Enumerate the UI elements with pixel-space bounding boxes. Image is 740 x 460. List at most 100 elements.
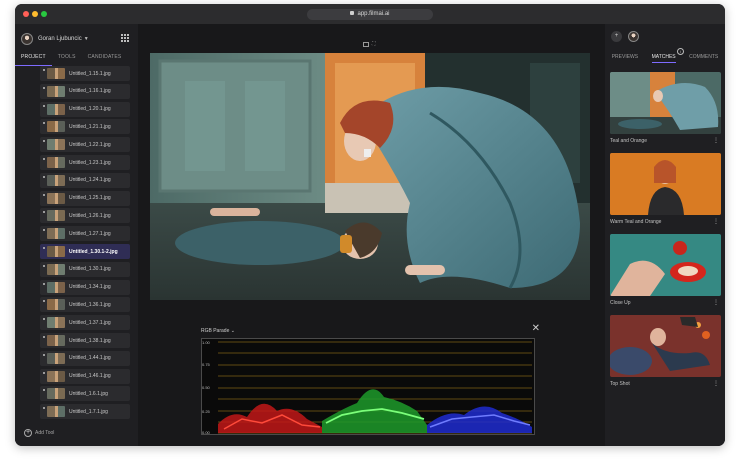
match-label: Top Shot [610,381,630,387]
file-name: Untitled_1.38.1.jpg [69,337,111,344]
tab-matches[interactable]: MATCHES i [651,48,684,63]
match-card[interactable]: Teal and Orange ⋮ [610,72,721,144]
file-list-item[interactable]: Untitled_1.6.1.jpg [40,386,130,402]
match-card[interactable]: Warm Teal and Orange ⋮ [610,153,721,225]
more-options-icon[interactable]: ⋮ [713,138,719,144]
file-name: Untitled_1.30.1-2.jpg [69,248,118,255]
bullet-icon [43,140,45,143]
file-name: Untitled_1.36.1.jpg [69,301,111,308]
close-window-button[interactable] [23,11,29,17]
file-list-item[interactable]: Untitled_1.30.1-2.jpg [40,244,130,259]
tab-comments[interactable]: COMMENTS [689,52,718,63]
file-thumbnail [47,68,65,79]
bullet-icon [43,371,45,374]
file-name: Untitled_1.44.1.jpg [69,355,111,362]
add-tool-button[interactable]: + Add Tool [24,429,54,437]
file-name: Untitled_1.16.1.jpg [69,88,111,95]
file-thumbnail [47,335,65,346]
avatar[interactable] [628,31,639,42]
file-list-item[interactable]: Untitled_1.22.1.jpg [40,137,130,153]
file-thumbnail [47,317,65,329]
file-list-item[interactable]: Untitled_1.38.1.jpg [40,333,130,348]
file-thumbnail [47,192,65,204]
file-thumbnail [47,299,65,311]
file-thumbnail [47,121,65,133]
info-icon: i [676,48,684,55]
minimize-window-button[interactable] [32,11,38,17]
file-list-item[interactable]: Untitled_1.27.1.jpg [40,226,130,242]
bullet-icon [43,264,45,267]
more-options-icon[interactable]: ⋮ [713,219,719,225]
file-list-item[interactable]: Untitled_1.26.1.jpg [40,208,130,224]
image-icon[interactable] [363,42,369,47]
bullet-icon [43,175,45,178]
file-thumbnail [47,210,65,222]
right-panel-header: + [611,31,639,42]
browser-titlebar: app.filmai.ai [15,4,725,24]
file-list-item[interactable]: Untitled_1.15.1.jpg [40,66,130,81]
file-list-item[interactable]: Untitled_1.25.1.jpg [40,190,130,206]
file-list-item[interactable]: Untitled_1.30.1.jpg [40,261,130,277]
file-name: Untitled_1.20.1.jpg [69,106,111,113]
file-list-item[interactable]: Untitled_1.20.1.jpg [40,101,130,117]
bullet-icon [43,122,45,125]
match-thumbnail [610,315,721,377]
right-panel: + PREVIEWS MATCHES i COMMENTS Teal and Or… [605,24,725,446]
file-name: Untitled_1.23.1.jpg [69,159,111,166]
match-card[interactable]: Top Shot ⋮ [610,315,721,387]
file-name: Untitled_1.46.1.jpg [69,373,111,380]
app-window: app.filmai.ai Goran Ljubuncic ▼ PROJECT … [15,4,725,446]
file-list-item[interactable]: Untitled_1.23.1.jpg [40,155,130,170]
close-icon[interactable]: ✕ [532,324,540,334]
file-list-item[interactable]: Untitled_1.34.1.jpg [40,279,130,295]
match-label: Teal and Orange [610,138,647,144]
file-list-item[interactable]: Untitled_1.24.1.jpg [40,172,130,188]
file-list-item[interactable]: Untitled_1.37.1.jpg [40,315,130,331]
tab-candidates[interactable]: CANDIDATES [82,52,128,66]
user-menu[interactable]: Goran Ljubuncic ▼ [21,32,89,46]
bullet-icon [43,211,45,214]
file-list-item[interactable]: Untitled_1.7.1.jpg [40,404,130,420]
maximize-window-button[interactable] [41,11,47,17]
file-name: Untitled_1.24.1.jpg [69,177,111,184]
file-list-item[interactable]: Untitled_1.44.1.jpg [40,350,130,366]
file-thumbnail [47,388,65,400]
file-name: Untitled_1.34.1.jpg [69,284,111,291]
file-thumbnail [47,174,65,186]
expand-icon[interactable]: ⛶ [372,42,378,47]
plus-icon: + [24,429,32,437]
file-list-item[interactable]: Untitled_1.46.1.jpg [40,368,130,384]
rgb-parade-scope: 1.00 0.75 0.50 0.25 0.00 [201,338,535,435]
tab-previews[interactable]: PREVIEWS [612,52,638,63]
file-list-item[interactable]: Untitled_1.16.1.jpg [40,83,130,99]
tab-project[interactable]: PROJECT [15,52,52,66]
left-sidebar: Goran Ljubuncic ▼ PROJECT TOOLS CANDIDAT… [15,24,138,446]
match-card[interactable]: Close Up ⋮ [610,234,721,306]
viewer-toolbar: ⛶ [363,42,378,47]
file-thumbnail [47,103,65,115]
tab-tools[interactable]: TOOLS [52,52,82,66]
sidebar-tabs: PROJECT TOOLS CANDIDATES [15,52,138,66]
file-thumbnail [47,246,65,257]
file-list-item[interactable]: Untitled_1.36.1.jpg [40,297,130,313]
apps-grid-icon[interactable] [121,34,129,42]
more-options-icon[interactable]: ⋮ [713,300,719,306]
user-name: Goran Ljubuncic [38,36,82,42]
url-text: app.filmai.ai [357,11,390,17]
match-thumbnail [610,72,721,134]
bullet-icon [43,282,45,285]
match-thumbnail [610,234,721,296]
more-options-icon[interactable]: ⋮ [713,381,719,387]
bullet-icon [43,69,45,71]
match-label: Close Up [610,300,631,306]
file-list-item[interactable]: Untitled_1.21.1.jpg [40,119,130,135]
url-bar[interactable]: app.filmai.ai [307,9,433,20]
file-thumbnail [47,228,65,240]
add-user-icon[interactable]: + [611,31,622,42]
main-image[interactable] [150,53,590,300]
match-thumbnail [610,153,721,215]
scope-title[interactable]: RGB Parade ⌄ [201,328,235,334]
bullet-icon [43,229,45,232]
bullet-icon [43,300,45,303]
file-name: Untitled_1.21.1.jpg [69,123,111,130]
